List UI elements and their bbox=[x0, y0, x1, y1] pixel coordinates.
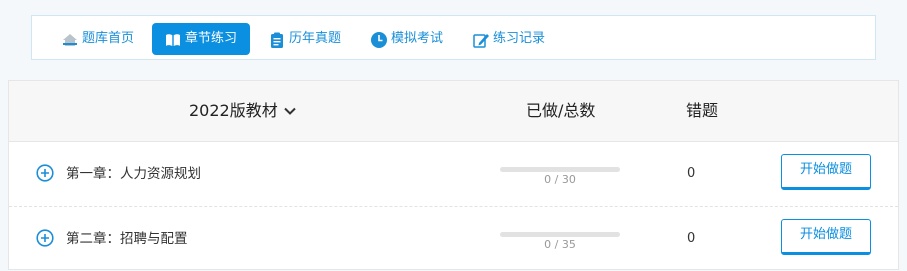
tab-practice-record-label: 练习记录 bbox=[493, 31, 546, 46]
pencil-icon bbox=[472, 30, 490, 48]
table-header: 2022版教材 已做/总数 错题 bbox=[9, 81, 898, 142]
tab-chapter-practice[interactable]: 章节练习 bbox=[152, 23, 250, 55]
wrong-header: 错题 bbox=[686, 101, 719, 120]
tab-mock-exam-label: 模拟考试 bbox=[391, 31, 444, 46]
wrong-count: 0 bbox=[687, 166, 696, 181]
edition-label: 2022版教材 bbox=[189, 101, 278, 120]
tab-past-exams-label: 历年真题 bbox=[289, 31, 342, 46]
tab-home[interactable]: 题库首页 bbox=[61, 23, 134, 55]
tab-home-label: 题库首页 bbox=[82, 31, 135, 46]
chapter-title: 第一章：人力资源规划 bbox=[66, 166, 201, 182]
edition-dropdown[interactable]: 2022版教材 bbox=[189, 81, 297, 141]
done-total-header: 已做/总数 bbox=[526, 101, 596, 120]
tab-mock-exam[interactable]: 模拟考试 bbox=[370, 23, 443, 55]
progress-bar bbox=[500, 167, 620, 172]
tab-bar: 题库首页 章节练习 历年真题 模拟考试 练习记录 bbox=[31, 15, 876, 60]
progress-text: 0 / 30 bbox=[544, 173, 576, 186]
tab-past-exams[interactable]: 历年真题 bbox=[268, 23, 341, 55]
chapter-title: 第二章：招聘与配置 bbox=[66, 231, 188, 247]
chapter-table: 2022版教材 已做/总数 错题 第一章：人力资源规划 0 / 30 0 开始做… bbox=[8, 80, 899, 270]
expand-icon[interactable] bbox=[36, 164, 54, 182]
home-icon bbox=[61, 30, 79, 48]
clock-icon bbox=[370, 30, 388, 48]
tab-practice-record[interactable]: 练习记录 bbox=[472, 23, 545, 55]
table-row: 第一章：人力资源规划 0 / 30 0 开始做题 bbox=[9, 142, 898, 207]
clipboard-icon bbox=[268, 30, 286, 48]
table-row: 第二章：招聘与配置 0 / 35 0 开始做题 bbox=[9, 207, 898, 271]
progress-bar bbox=[500, 232, 620, 237]
progress-text: 0 / 35 bbox=[544, 238, 576, 251]
wrong-count: 0 bbox=[687, 231, 696, 246]
book-icon bbox=[164, 30, 182, 48]
start-practice-button[interactable]: 开始做题 bbox=[781, 219, 871, 255]
start-practice-button[interactable]: 开始做题 bbox=[781, 154, 871, 190]
chevron-down-icon bbox=[283, 104, 297, 118]
tab-chapter-label: 章节练习 bbox=[185, 31, 238, 46]
expand-icon[interactable] bbox=[36, 229, 54, 247]
